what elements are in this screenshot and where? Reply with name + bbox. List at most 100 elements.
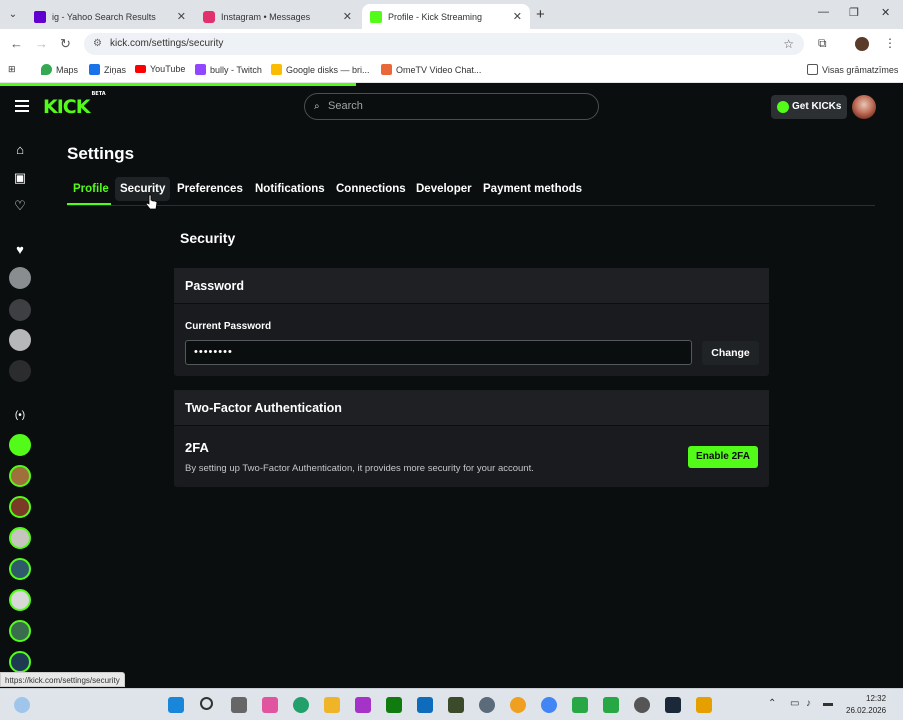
- following-heart-icon[interactable]: ♡: [12, 198, 28, 214]
- kick-logo[interactable]: KICKBETA: [43, 91, 106, 118]
- edge-icon[interactable]: [293, 697, 309, 713]
- site-info-icon[interactable]: ⚙: [93, 33, 102, 55]
- bookmark-label: YouTube: [150, 64, 186, 74]
- folder-icon: [807, 64, 818, 75]
- menu-dots-icon[interactable]: ⋮: [884, 36, 896, 50]
- two-factor-header: Two-Factor Authentication: [174, 390, 769, 426]
- outlook-icon[interactable]: [417, 697, 433, 713]
- tab-notifications[interactable]: Notifications: [255, 183, 325, 195]
- tab-payment-methods[interactable]: Payment methods: [483, 183, 582, 195]
- search-icon[interactable]: [200, 697, 213, 710]
- search-icon: ⌕: [314, 101, 320, 112]
- app-icon[interactable]: [634, 697, 650, 713]
- search-input[interactable]: ⌕ Search: [304, 93, 599, 120]
- address-bar[interactable]: ⚙ kick.com/settings/security ☆: [84, 33, 804, 55]
- settings-gear-icon[interactable]: [479, 697, 495, 713]
- browser-tab-instagram[interactable]: Instagram • Messages ✕: [195, 4, 360, 29]
- bookmark-zinas[interactable]: Ziņas: [89, 64, 126, 75]
- channel-avatar[interactable]: [9, 360, 31, 382]
- tab-profile[interactable]: Profile: [73, 183, 109, 195]
- browser-tab-strip: ⌄ ig - Yahoo Search Results ✕ Instagram …: [0, 0, 903, 29]
- reload-icon[interactable]: ↻: [60, 36, 71, 52]
- utorrent-icon[interactable]: [572, 697, 588, 713]
- twofa-title: 2FA: [185, 440, 209, 455]
- channel-avatar[interactable]: [9, 589, 31, 611]
- channel-avatar[interactable]: [9, 527, 31, 549]
- two-factor-card: Two-Factor Authentication 2FA By setting…: [174, 390, 769, 487]
- utorrent-icon[interactable]: [603, 697, 619, 713]
- browser-tab-yahoo[interactable]: ig - Yahoo Search Results ✕: [26, 4, 194, 29]
- tab-security[interactable]: Security: [115, 177, 171, 201]
- close-tab-icon[interactable]: ✕: [177, 10, 186, 23]
- channel-avatar[interactable]: [9, 651, 31, 673]
- extensions-puzzle-icon[interactable]: ⧉: [818, 36, 827, 51]
- file-explorer-icon[interactable]: [324, 697, 340, 713]
- close-window-icon[interactable]: ✕: [881, 6, 890, 19]
- steam-icon[interactable]: [665, 697, 681, 713]
- channel-avatar[interactable]: [9, 434, 31, 456]
- current-password-field[interactable]: ••••••••: [185, 340, 692, 365]
- chrome-icon[interactable]: [541, 697, 557, 713]
- hamburger-menu-icon[interactable]: [15, 100, 29, 112]
- restore-icon[interactable]: ❐: [849, 6, 859, 19]
- page-title: Settings: [67, 144, 135, 163]
- tab-preferences[interactable]: Preferences: [177, 183, 243, 195]
- logo-text: KICK: [43, 96, 90, 118]
- url-text: kick.com/settings/security: [110, 38, 224, 49]
- volume-icon[interactable]: ♪: [806, 698, 811, 709]
- minimize-icon[interactable]: —: [818, 6, 829, 18]
- get-kicks-button[interactable]: Get KICKs: [771, 95, 847, 119]
- back-arrow-icon[interactable]: ←: [10, 36, 23, 51]
- battery-icon[interactable]: ▬: [823, 698, 833, 709]
- task-view-icon[interactable]: [231, 697, 247, 713]
- kick-icon: [370, 10, 382, 23]
- app-icon[interactable]: [510, 697, 526, 713]
- home-icon[interactable]: ⌂: [12, 142, 28, 158]
- bookmark-youtube[interactable]: YouTube: [135, 64, 185, 74]
- search-placeholder: Search: [328, 100, 363, 112]
- forward-arrow-icon[interactable]: →: [35, 36, 48, 51]
- user-avatar[interactable]: [852, 95, 876, 119]
- twitch-icon: [195, 64, 206, 75]
- channel-avatar[interactable]: [9, 496, 31, 518]
- weather-icon[interactable]: [14, 697, 30, 713]
- settings-tabs: Profile Security Preferences Notificatio…: [67, 177, 875, 206]
- app-icon[interactable]: [355, 697, 371, 713]
- close-tab-icon[interactable]: ✕: [513, 10, 522, 23]
- bookmark-star-icon[interactable]: ☆: [783, 33, 794, 55]
- bookmark-ometv[interactable]: OmeTV Video Chat...: [381, 64, 481, 75]
- network-icon[interactable]: ▭: [790, 698, 799, 709]
- clock[interactable]: 12:32 26.02.2026: [846, 693, 886, 717]
- browser-profile-avatar[interactable]: [855, 37, 869, 51]
- app-icon[interactable]: [696, 697, 712, 713]
- channel-avatar[interactable]: [9, 329, 31, 351]
- close-tab-icon[interactable]: ✕: [343, 10, 352, 23]
- xbox-icon[interactable]: [386, 697, 402, 713]
- tray-chevron-icon[interactable]: ⌃: [768, 698, 776, 709]
- windows-start-icon[interactable]: [168, 697, 184, 713]
- channel-avatar[interactable]: [9, 299, 31, 321]
- bookmark-maps[interactable]: Maps: [41, 64, 78, 75]
- followed-heart-icon: ♥: [16, 242, 24, 257]
- bookmark-google-drive[interactable]: Google disks — bri...: [271, 64, 370, 75]
- kicks-coin-icon: [777, 101, 789, 113]
- new-tab-plus-icon[interactable]: +: [536, 6, 545, 23]
- browser-toolbar: ← → ↻ ⚙ kick.com/settings/security ☆ ⧉ ⋮: [0, 29, 903, 59]
- change-password-button[interactable]: Change: [702, 341, 759, 365]
- browse-icon[interactable]: ▣: [12, 170, 28, 186]
- copilot-icon[interactable]: [262, 697, 278, 713]
- all-bookmarks[interactable]: Visas grāmatzīmes: [807, 64, 898, 75]
- channel-avatar[interactable]: [9, 465, 31, 487]
- channel-avatar[interactable]: [9, 620, 31, 642]
- tab-search-chevron-icon[interactable]: ⌄: [4, 6, 22, 24]
- apps-grid-icon[interactable]: ⊞: [8, 64, 16, 75]
- app-icon[interactable]: [448, 697, 464, 713]
- browser-tab-kick[interactable]: Profile - Kick Streaming ✕: [362, 4, 530, 29]
- status-bar-url: https://kick.com/settings/security: [0, 672, 125, 687]
- channel-avatar[interactable]: [9, 267, 31, 289]
- bookmark-twitch[interactable]: bully - Twitch: [195, 64, 262, 75]
- enable-2fa-button[interactable]: Enable 2FA: [688, 446, 758, 468]
- channel-avatar[interactable]: [9, 558, 31, 580]
- tab-developer[interactable]: Developer: [416, 183, 472, 195]
- tab-connections[interactable]: Connections: [336, 183, 406, 195]
